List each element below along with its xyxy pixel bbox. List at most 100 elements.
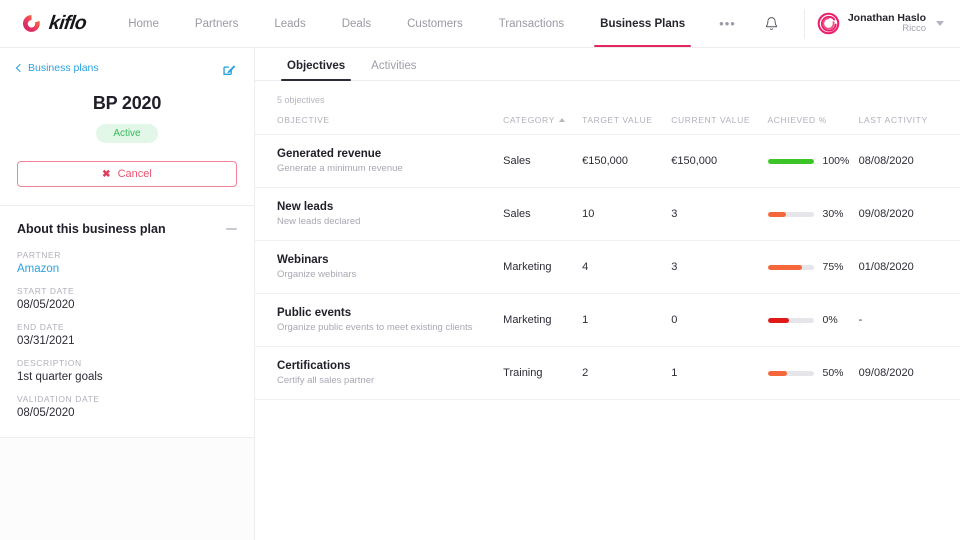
brand-wordmark: kiflo xyxy=(48,12,88,35)
page-title: BP 2020 xyxy=(17,93,237,114)
kiflo-ring-logo-icon xyxy=(21,13,42,34)
field-validation-date: VALIDATION DATE 08/05/2020 xyxy=(17,394,237,419)
progress-bar xyxy=(768,265,814,270)
cell-last-activity: 09/08/2020 xyxy=(859,188,960,241)
field-value: 03/31/2021 xyxy=(17,335,237,347)
bell-icon xyxy=(764,16,779,32)
column-header-objective[interactable]: OBJECTIVE xyxy=(255,115,503,135)
objective-description: Organize webinars xyxy=(277,269,503,280)
nav-item-deals[interactable]: Deals xyxy=(324,0,389,47)
sort-ascending-icon xyxy=(559,118,565,122)
edit-pencil-icon[interactable] xyxy=(222,62,237,77)
partner-link[interactable]: Amazon xyxy=(17,263,237,275)
cell-target-value: 1 xyxy=(582,294,671,347)
objectives-table: OBJECTIVE CATEGORY TARGET VALUE CURRENT … xyxy=(255,115,960,400)
cancel-button-label: Cancel xyxy=(118,168,152,180)
field-label: PARTNER xyxy=(17,250,237,260)
user-identity: Jonathan Haslo Ricco xyxy=(848,12,926,35)
main-content: Objectives Activities 5 objectives OBJEC… xyxy=(255,48,960,540)
field-value: 08/05/2020 xyxy=(17,407,237,419)
table-row[interactable]: Public events Organize public events to … xyxy=(255,294,960,347)
nav-item-business-plans[interactable]: Business Plans xyxy=(582,0,703,47)
column-header-current-value[interactable]: CURRENT VALUE xyxy=(671,115,767,135)
achieved-percent: 30% xyxy=(823,208,844,220)
objective-name: Certifications xyxy=(277,360,503,372)
tab-objectives[interactable]: Objectives xyxy=(277,60,355,80)
cell-objective: Public events Organize public events to … xyxy=(255,294,503,347)
objective-name: Public events xyxy=(277,307,503,319)
top-navigation-bar: kiflo Home Partners Leads Deals Customer… xyxy=(0,0,960,48)
brand-logo[interactable]: kiflo xyxy=(0,0,110,47)
nav-item-customers[interactable]: Customers xyxy=(389,0,481,47)
cell-target-value: 10 xyxy=(582,188,671,241)
sidebar-empty-area xyxy=(0,438,254,540)
cell-current-value: 3 xyxy=(671,188,767,241)
progress-bar xyxy=(768,371,814,376)
table-row[interactable]: Generated revenue Generate a minimum rev… xyxy=(255,135,960,188)
progress-bar xyxy=(768,212,814,217)
column-header-category-label: CATEGORY xyxy=(503,115,555,125)
table-row[interactable]: Certifications Certify all sales partner… xyxy=(255,347,960,400)
objective-name: Generated revenue xyxy=(277,148,503,160)
user-avatar-icon xyxy=(817,12,840,35)
field-description: DESCRIPTION 1st quarter goals xyxy=(17,358,237,383)
back-to-business-plans-link[interactable]: Business plans xyxy=(17,62,99,74)
notifications-button[interactable] xyxy=(752,0,792,48)
progress-bar-fill xyxy=(768,212,786,217)
cell-achieved: 0% xyxy=(768,294,859,347)
minus-collapse-icon[interactable] xyxy=(226,228,237,230)
cell-target-value: 2 xyxy=(582,347,671,400)
column-header-achieved-pct[interactable]: ACHIEVED % xyxy=(768,115,859,135)
chevron-left-icon xyxy=(16,63,24,71)
user-menu[interactable]: Jonathan Haslo Ricco xyxy=(817,12,948,35)
table-header-row: OBJECTIVE CATEGORY TARGET VALUE CURRENT … xyxy=(255,115,960,135)
content-tabs: Objectives Activities xyxy=(255,48,960,81)
cell-category: Training xyxy=(503,347,582,400)
sidebar: Business plans BP 2020 Active ✖ Cancel xyxy=(0,48,255,540)
cell-last-activity: 01/08/2020 xyxy=(859,241,960,294)
column-header-last-activity[interactable]: LAST ACTIVITY xyxy=(859,115,960,135)
topbar-right-section: Jonathan Haslo Ricco xyxy=(752,0,960,47)
cell-target-value: €150,000 xyxy=(582,135,671,188)
table-head: OBJECTIVE CATEGORY TARGET VALUE CURRENT … xyxy=(255,115,960,135)
back-link-label: Business plans xyxy=(28,62,99,74)
cell-current-value: 3 xyxy=(671,241,767,294)
achieved-percent: 75% xyxy=(823,261,844,273)
status-badge: Active xyxy=(96,124,157,143)
table-row[interactable]: New leads New leads declared Sales 10 3 xyxy=(255,188,960,241)
nav-item-partners[interactable]: Partners xyxy=(177,0,256,47)
field-label: DESCRIPTION xyxy=(17,358,237,368)
about-business-plan-card: About this business plan PARTNER Amazon … xyxy=(0,206,254,438)
about-header: About this business plan xyxy=(17,222,237,236)
page-body: Business plans BP 2020 Active ✖ Cancel xyxy=(0,48,960,540)
nav-item-transactions[interactable]: Transactions xyxy=(481,0,582,47)
tab-activities[interactable]: Activities xyxy=(361,60,426,80)
cell-achieved: 100% xyxy=(768,135,859,188)
cancel-button[interactable]: ✖ Cancel xyxy=(17,161,237,187)
cell-last-activity: - xyxy=(859,294,960,347)
nav-overflow-menu-icon[interactable]: ••• xyxy=(703,0,752,47)
progress-bar-fill xyxy=(768,265,803,270)
progress-bar-fill xyxy=(768,371,787,376)
objectives-count: 5 objectives xyxy=(255,81,960,105)
cell-category: Marketing xyxy=(503,241,582,294)
progress-bar-fill xyxy=(768,318,789,323)
nav-item-home[interactable]: Home xyxy=(110,0,177,47)
cell-target-value: 4 xyxy=(582,241,671,294)
nav-item-leads[interactable]: Leads xyxy=(256,0,323,47)
column-header-target-value[interactable]: TARGET VALUE xyxy=(582,115,671,135)
achieved-percent: 100% xyxy=(823,155,850,167)
column-header-category[interactable]: CATEGORY xyxy=(503,115,582,135)
cell-objective: Certifications Certify all sales partner xyxy=(255,347,503,400)
objective-description: Organize public events to meet existing … xyxy=(277,322,503,333)
chevron-down-icon xyxy=(936,21,944,26)
field-partner: PARTNER Amazon xyxy=(17,250,237,275)
sidebar-header-row: Business plans xyxy=(17,62,237,77)
cell-last-activity: 08/08/2020 xyxy=(859,135,960,188)
objective-name: Webinars xyxy=(277,254,503,266)
table-row[interactable]: Webinars Organize webinars Marketing 4 3 xyxy=(255,241,960,294)
topbar-divider xyxy=(804,9,805,39)
cell-category: Marketing xyxy=(503,294,582,347)
main-nav: Home Partners Leads Deals Customers Tran… xyxy=(110,0,752,47)
cell-objective: Generated revenue Generate a minimum rev… xyxy=(255,135,503,188)
